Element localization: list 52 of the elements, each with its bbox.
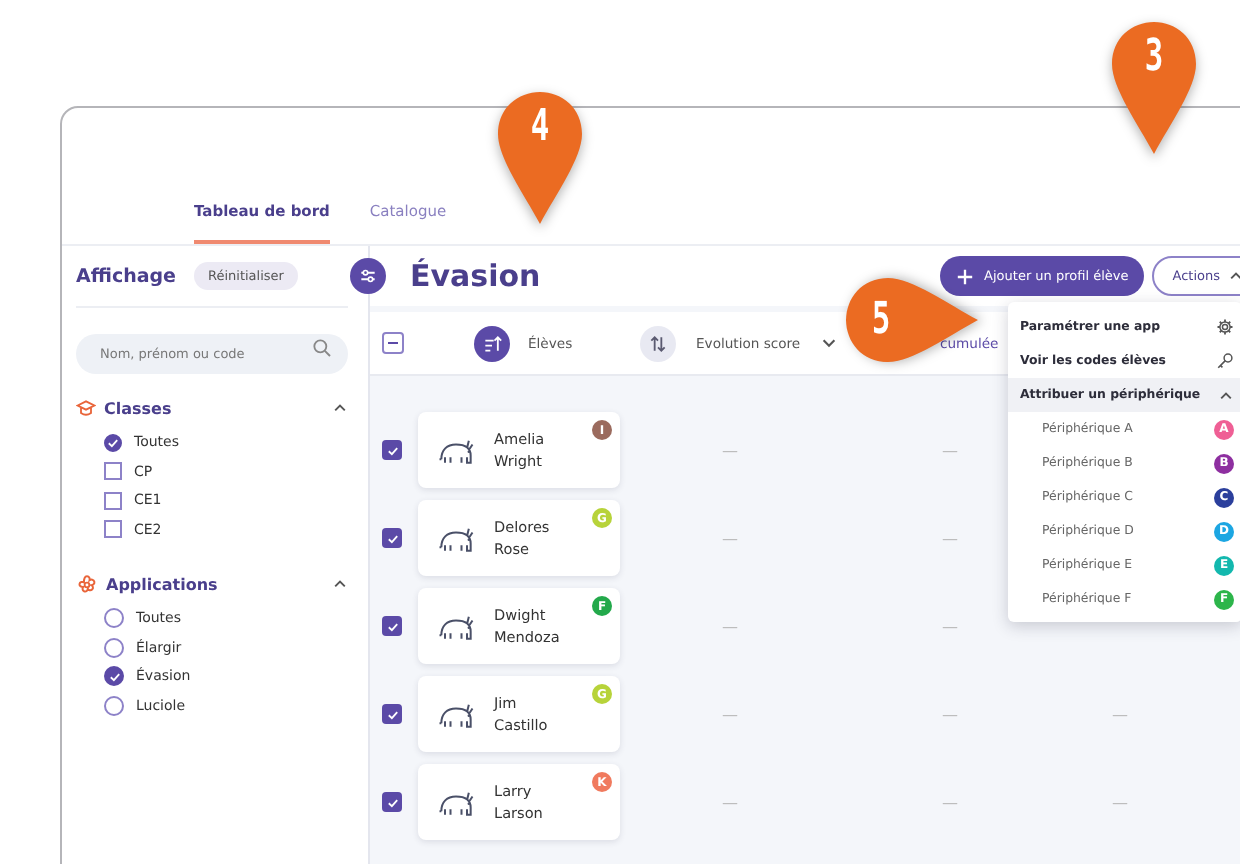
empty-value: — — [722, 705, 738, 723]
empty-value: — — [942, 617, 958, 635]
gear-icon — [1216, 318, 1234, 336]
empty-value: — — [942, 793, 958, 811]
page-title: Évasion — [410, 258, 541, 294]
radio-button[interactable] — [104, 666, 124, 687]
empty-value: — — [1112, 793, 1128, 811]
checkmark-icon — [385, 795, 399, 809]
flower-icon — [76, 573, 98, 595]
step-marker: 3 — [1110, 20, 1198, 156]
checkmark-icon — [385, 619, 399, 633]
chevron-icon — [820, 334, 839, 352]
select-all-checkbox[interactable] — [382, 332, 404, 354]
search-icon — [312, 338, 332, 358]
section-title: Applications — [106, 575, 220, 593]
radio-button[interactable] — [104, 695, 124, 716]
sidebar-title: Affichage — [76, 265, 176, 287]
empty-value: — — [942, 705, 958, 723]
sort-icon — [648, 333, 668, 353]
row-checkbox[interactable] — [382, 704, 402, 724]
checkmark-icon — [107, 669, 121, 684]
step-marker: 4 — [496, 90, 584, 226]
sort-button[interactable] — [474, 325, 510, 361]
graduation-cap-icon — [76, 398, 96, 418]
empty-value: — — [722, 617, 738, 635]
empty-value: — — [722, 793, 738, 811]
checkbox[interactable] — [104, 462, 122, 481]
radio-button[interactable] — [104, 637, 124, 658]
empty-value: — — [942, 529, 958, 547]
checkmark-icon — [385, 443, 399, 457]
empty-value: — — [722, 529, 738, 547]
checkmark-icon — [385, 531, 399, 545]
empty-value: — — [722, 441, 738, 459]
plus-icon — [956, 267, 975, 285]
row-checkbox[interactable] — [382, 616, 402, 636]
sort-button[interactable] — [640, 325, 676, 361]
radio-button[interactable] — [104, 608, 124, 629]
sliders-icon — [358, 266, 378, 286]
section-title: Classes — [104, 399, 174, 417]
checkbox[interactable] — [104, 491, 122, 510]
row-checkbox[interactable] — [382, 528, 402, 548]
empty-value: — — [1112, 705, 1128, 723]
empty-value: — — [942, 441, 958, 459]
row-checkbox[interactable] — [382, 440, 402, 460]
checkmark-icon — [106, 435, 120, 450]
checkbox[interactable] — [104, 520, 122, 539]
sort-icon — [482, 333, 502, 353]
checkbox[interactable] — [104, 433, 122, 452]
checkmark-icon — [385, 707, 399, 721]
row-checkbox[interactable] — [382, 792, 402, 812]
filter-button[interactable] — [350, 258, 386, 294]
key-icon — [1216, 352, 1234, 370]
